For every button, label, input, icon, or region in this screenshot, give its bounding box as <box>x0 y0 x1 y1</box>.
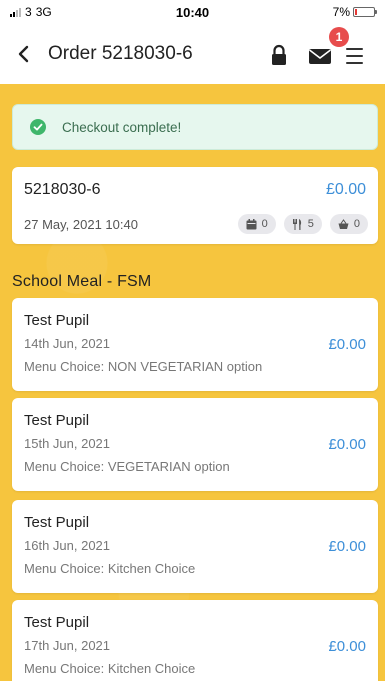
mail-badge: 1 <box>329 27 349 47</box>
hamburger-menu-icon[interactable] <box>346 48 366 64</box>
order-date: 27 May, 2021 10:40 <box>24 217 138 232</box>
meal-choice: Menu Choice: Kitchen Choice <box>24 661 196 676</box>
back-button[interactable] <box>12 41 34 67</box>
battery-icon <box>353 7 377 17</box>
battery-percent: 7% <box>332 5 350 19</box>
meal-choice: Menu Choice: VEGETARIAN option <box>24 459 230 474</box>
check-circle-icon <box>30 119 46 135</box>
meal-price: £0.00 <box>328 336 366 353</box>
mail-icon[interactable] <box>306 44 334 68</box>
nav-bar: Order 5218030-6 1 <box>0 24 385 84</box>
meal-price: £0.00 <box>328 538 366 555</box>
order-total: £0.00 <box>325 181 366 198</box>
meal-pupil-name: Test Pupil <box>24 312 90 329</box>
meal-choice: Menu Choice: Kitchen Choice <box>24 561 196 576</box>
meal-pupil-name: Test Pupil <box>24 412 90 429</box>
lock-icon[interactable] <box>270 44 288 66</box>
order-number: 5218030-6 <box>24 181 101 198</box>
checkout-alert: Checkout complete! <box>12 104 378 150</box>
status-bar: 3 3G 10:40 7% <box>0 0 385 24</box>
main-content: Checkout complete! 5218030-6 £0.00 27 Ma… <box>0 84 385 681</box>
meal-price: £0.00 <box>328 436 366 453</box>
calendar-chip: 0 <box>237 214 276 234</box>
order-chips: 0 5 0 <box>237 214 368 234</box>
status-time: 10:40 <box>175 5 210 20</box>
meal-date: 16th Jun, 2021 <box>24 538 111 553</box>
meal-choice: Menu Choice: NON VEGETARIAN option <box>24 359 263 374</box>
page-title: Order 5218030-6 <box>48 43 193 64</box>
calendar-icon <box>246 218 257 229</box>
cutlery-count: 5 <box>307 218 314 230</box>
basket-icon <box>338 218 349 229</box>
basket-chip: 0 <box>329 214 368 234</box>
meal-item[interactable]: Test Pupil 16th Jun, 2021 Menu Choice: K… <box>12 500 378 593</box>
section-title: School Meal - FSM <box>12 273 152 290</box>
chevron-left-icon <box>18 45 29 63</box>
cutlery-icon <box>292 218 301 230</box>
meal-price: £0.00 <box>328 638 366 655</box>
meal-date: 14th Jun, 2021 <box>24 336 111 351</box>
alert-text: Checkout complete! <box>62 119 182 135</box>
meal-date: 17th Jun, 2021 <box>24 638 111 653</box>
meal-date: 15th Jun, 2021 <box>24 436 111 451</box>
order-summary-card[interactable]: 5218030-6 £0.00 27 May, 2021 10:40 0 5 0 <box>12 167 378 244</box>
basket-count: 0 <box>353 218 360 230</box>
meal-item[interactable]: Test Pupil 15th Jun, 2021 Menu Choice: V… <box>12 398 378 491</box>
calendar-count: 0 <box>261 218 268 230</box>
status-right: 7% <box>332 5 377 19</box>
meal-pupil-name: Test Pupil <box>24 514 90 531</box>
meal-item[interactable]: Test Pupil 14th Jun, 2021 Menu Choice: N… <box>12 298 378 391</box>
cutlery-chip: 5 <box>283 214 322 234</box>
meal-pupil-name: Test Pupil <box>24 614 90 631</box>
meal-item[interactable]: Test Pupil 17th Jun, 2021 Menu Choice: K… <box>12 600 378 681</box>
